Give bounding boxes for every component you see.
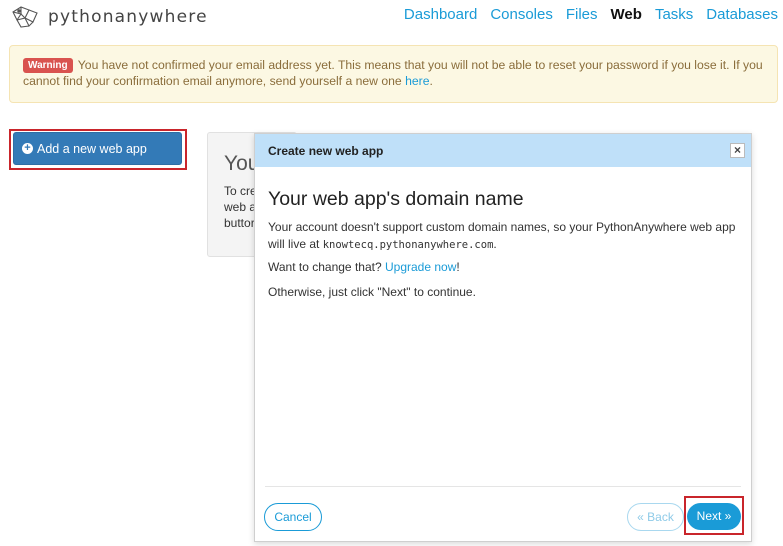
nav-tasks[interactable]: Tasks bbox=[655, 6, 693, 23]
panel-text-line: To cre bbox=[224, 184, 257, 198]
nav-databases[interactable]: Databases bbox=[706, 6, 778, 23]
upgrade-now-link[interactable]: Upgrade now bbox=[385, 260, 456, 274]
warning-text-end: . bbox=[429, 74, 433, 88]
dialog-title: Your web app's domain name bbox=[268, 188, 524, 210]
panel-text: To cre web a buttor bbox=[224, 183, 257, 231]
email-warning-alert: Warning You have not confirmed your emai… bbox=[9, 45, 778, 103]
domain-name: knowtecq.pythonanywhere.com bbox=[322, 239, 494, 251]
nav-files[interactable]: Files bbox=[566, 6, 598, 23]
cancel-button[interactable]: Cancel bbox=[264, 503, 322, 531]
main-nav: Dashboard Consoles Files Web Tasks Datab… bbox=[391, 6, 778, 23]
dialog-header-title: Create new web app bbox=[268, 144, 384, 158]
warning-badge: Warning bbox=[23, 58, 73, 73]
back-button[interactable]: « Back bbox=[627, 503, 684, 531]
dialog-footer-divider bbox=[265, 486, 741, 487]
nav-web[interactable]: Web bbox=[611, 6, 642, 23]
dialog-header: Create new web app bbox=[255, 134, 751, 167]
plus-circle-icon: + bbox=[22, 143, 33, 154]
logo-text: pythonanywhere bbox=[48, 7, 208, 27]
next-button[interactable]: Next » bbox=[687, 503, 741, 530]
next-instruction: Otherwise, just click "Next" to continue… bbox=[268, 285, 476, 299]
panel-text-line: buttor bbox=[224, 216, 255, 230]
create-web-app-dialog: Create new web app × Your web app's doma… bbox=[254, 133, 752, 542]
add-web-app-label: Add a new web app bbox=[37, 141, 147, 156]
nav-dashboard[interactable]: Dashboard bbox=[404, 6, 477, 23]
python-snake-logo-icon bbox=[12, 6, 38, 28]
warning-here-link[interactable]: here bbox=[405, 74, 429, 88]
domain-description-end: . bbox=[493, 237, 497, 251]
add-new-web-app-button[interactable]: + Add a new web app bbox=[13, 132, 182, 165]
pythonanywhere-logo[interactable]: pythonanywhere bbox=[9, 4, 208, 30]
upgrade-prompt: Want to change that? Upgrade now! bbox=[268, 260, 460, 274]
domain-description: Your account doesn't support custom doma… bbox=[268, 219, 743, 254]
close-icon[interactable]: × bbox=[730, 143, 745, 158]
upgrade-prompt-end: ! bbox=[456, 260, 460, 274]
warning-text: You have not confirmed your email addres… bbox=[23, 58, 763, 88]
nav-consoles[interactable]: Consoles bbox=[490, 6, 553, 23]
panel-text-line: web a bbox=[224, 200, 257, 214]
upgrade-prompt-text: Want to change that? bbox=[268, 260, 382, 274]
